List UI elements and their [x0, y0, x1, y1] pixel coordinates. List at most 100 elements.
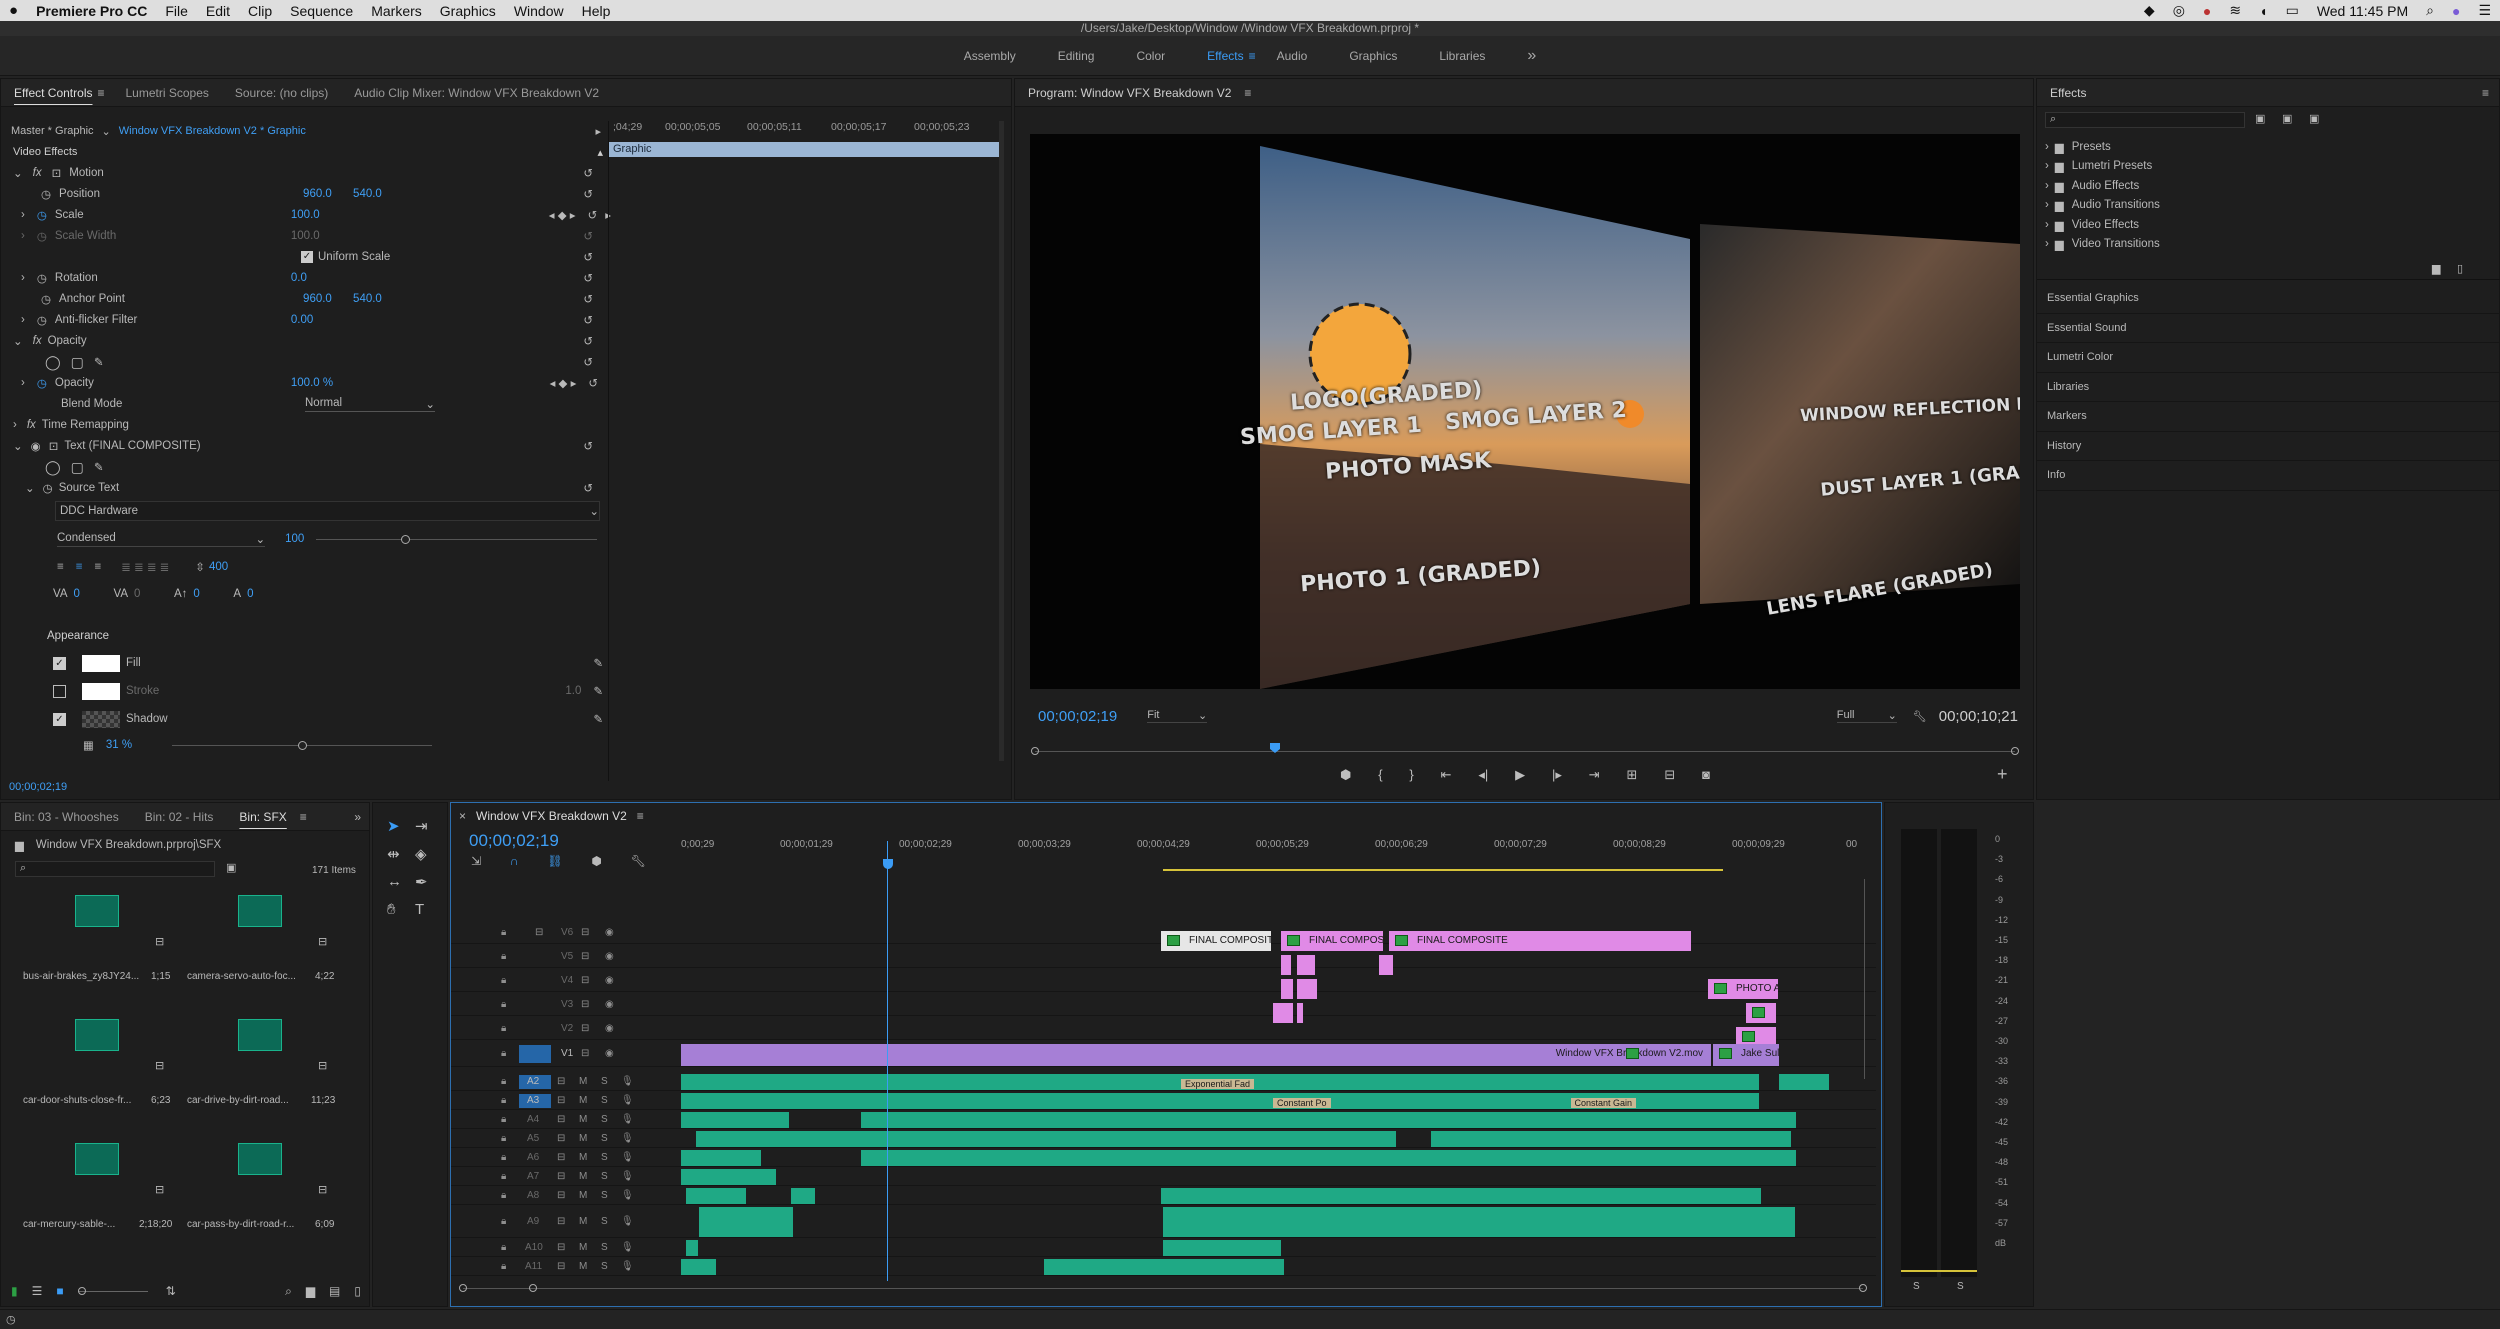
leading-icon[interactable]: ⇳ — [195, 560, 205, 574]
menu-window[interactable]: Window — [505, 3, 573, 19]
sync-lock-icon[interactable]: ⊟ — [557, 1152, 565, 1163]
clip-v5-a[interactable] — [1281, 955, 1291, 975]
battery-icon[interactable]: ▭ — [2277, 2, 2308, 19]
track-label[interactable]: A3 — [527, 1095, 539, 1106]
track-label[interactable]: V3 — [561, 999, 573, 1010]
fx-badge[interactable]: fx — [27, 419, 36, 431]
lock-icon[interactable]: 🔒︎ — [501, 927, 506, 938]
folder-presets[interactable]: › ▆ Presets — [2045, 137, 2485, 157]
clip-final-composite-2[interactable]: FINAL COMPOSITE — [1281, 931, 1383, 951]
bin-item[interactable]: ⊟ car-door-shuts-close-fr... 6;23 — [15, 1013, 180, 1138]
fx-badge[interactable]: fx — [33, 167, 42, 179]
voiceover-mic-icon[interactable]: 🎙︎ — [621, 1171, 634, 1182]
opacity-value[interactable]: 100.0 % — [291, 377, 333, 389]
ellipse-mask-icon[interactable]: ◯ — [45, 354, 61, 371]
sync-lock-icon[interactable]: ⊟ — [557, 1133, 565, 1144]
folder-audio-transitions[interactable]: › ▆ Audio Transitions — [2045, 196, 2485, 216]
reset-icon[interactable]: ↺ — [583, 292, 593, 306]
pen-tool-icon[interactable]: ✒ — [415, 873, 443, 891]
bin-item[interactable]: ⊟ car-mercury-sable-... 2;18;20 — [15, 1137, 180, 1262]
voiceover-mic-icon[interactable]: 🎙︎ — [621, 1190, 634, 1201]
font-style-select[interactable]: Condensed ⌄ — [57, 532, 266, 547]
fit-select[interactable]: Fit ⌄ — [1147, 709, 1208, 723]
razor-tool-icon[interactable]: ◈ — [415, 845, 443, 863]
apple-icon[interactable]: ● — [0, 2, 27, 19]
solo-button[interactable]: S — [601, 1242, 608, 1253]
sync-lock-icon[interactable]: ⊟ — [557, 1095, 565, 1106]
lock-icon[interactable]: 🔒︎ — [501, 1048, 506, 1059]
mute-button[interactable]: M — [579, 1190, 587, 1201]
solo-button[interactable]: S — [601, 1076, 608, 1087]
mute-button[interactable]: M — [579, 1114, 587, 1125]
program-viewer[interactable]: LOGO(GRADED) SMOG LAYER 1 SMOG LAYER 2 P… — [1030, 134, 2020, 689]
stopwatch-icon[interactable]: ◷ — [37, 271, 47, 285]
track-label[interactable]: V6 — [561, 927, 573, 938]
program-scrubber[interactable] — [1031, 743, 2019, 755]
workspace-menu-icon[interactable]: ≡ — [1249, 49, 1256, 63]
track-label[interactable]: A9 — [527, 1216, 539, 1227]
sort-icon[interactable]: ⇅ — [166, 1284, 176, 1298]
clip-a10-b[interactable] — [1163, 1240, 1281, 1256]
lock-icon[interactable]: ▮ — [11, 1284, 18, 1298]
ellipse-mask-icon[interactable]: ◯ — [45, 459, 61, 476]
workspace-libraries[interactable]: Libraries — [1418, 49, 1506, 63]
clip-a9-c[interactable] — [1163, 1207, 1795, 1237]
track-label[interactable]: A2 — [527, 1076, 539, 1087]
clip-a5-a[interactable] — [696, 1131, 1396, 1147]
toggle-output-icon[interactable]: ⊟ — [581, 999, 589, 1010]
mute-button[interactable]: M — [579, 1261, 587, 1272]
reset-icon[interactable]: ↺ — [583, 439, 593, 453]
folder-video-transitions[interactable]: › ▆ Video Transitions — [2045, 235, 2485, 255]
menu-clip[interactable]: Clip — [239, 3, 281, 19]
timeline-ruler[interactable]: 0;00;29 00;00;01;29 00;00;02;29 00;00;03… — [681, 839, 1861, 859]
motion-row[interactable]: ⌄ fx ⊡ Motion ↺ — [13, 163, 593, 183]
bin-item[interactable]: ⊟ car-drive-by-dirt-road... 11;23 — [183, 1013, 348, 1138]
chevron-down-icon[interactable]: ⌄ — [102, 125, 111, 138]
solo-button[interactable]: S — [601, 1190, 608, 1201]
timeline-h-scrollbar[interactable] — [459, 1284, 1867, 1292]
lock-icon[interactable]: 🔒︎ — [501, 1095, 506, 1106]
eye-icon[interactable]: ◉ — [605, 1023, 614, 1034]
opacity-group-row[interactable]: ⌄ fx Opacity ↺ — [13, 331, 593, 351]
slip-tool-icon[interactable]: ↔ — [387, 873, 415, 891]
reset-icon[interactable]: ↺ — [583, 481, 593, 495]
icon-view-icon[interactable]: ■ — [56, 1284, 63, 1298]
lock-icon[interactable]: 🔒︎ — [501, 1216, 506, 1227]
tsume-value[interactable]: 0 — [247, 588, 253, 600]
more-panels-icon[interactable]: » — [354, 810, 361, 824]
solo-button[interactable]: S — [601, 1261, 608, 1272]
clip-a8-a[interactable] — [686, 1188, 746, 1204]
program-title[interactable]: Program: Window VFX Breakdown V2 — [1015, 86, 1244, 100]
timeline-v-scrollbar[interactable] — [1864, 879, 1865, 1079]
time-remap-row[interactable]: › fx Time Remapping — [13, 415, 593, 435]
record-icon[interactable]: ● — [2194, 3, 2220, 19]
clip-v5-b[interactable] — [1297, 955, 1315, 975]
wrench-icon[interactable]: 🔧︎ — [1913, 710, 1927, 723]
solo-button[interactable]: S — [601, 1171, 608, 1182]
expand-icon[interactable]: › — [21, 272, 25, 284]
panel-markers[interactable]: Markers — [2037, 402, 2500, 432]
menu-graphics[interactable]: Graphics — [431, 3, 505, 19]
eye-icon[interactable]: ◉ — [31, 439, 41, 453]
quality-select[interactable]: Full ⌄ — [1836, 709, 1897, 723]
new-bin-icon[interactable]: ▆ — [306, 1284, 315, 1298]
antiflicker-value[interactable]: 0.00 — [291, 314, 313, 326]
menu-edit[interactable]: Edit — [197, 3, 239, 19]
hand-tool-icon[interactable]: ✋︎ — [387, 901, 415, 918]
effects-title[interactable]: Effects — [2037, 86, 2099, 100]
folder-lumetri-presets[interactable]: › ▆ Lumetri Presets — [2045, 157, 2485, 177]
sync-lock-icon[interactable]: ⊟ — [557, 1190, 565, 1201]
stroke-checkbox[interactable] — [53, 684, 66, 698]
clip-v4-b[interactable] — [1297, 979, 1317, 999]
mute-button[interactable]: M — [579, 1216, 587, 1227]
expand-icon[interactable]: ⌄ — [13, 166, 23, 180]
menu-help[interactable]: Help — [573, 3, 620, 19]
clock[interactable]: Wed 11:45 PM — [2308, 3, 2417, 19]
pen-mask-icon[interactable]: ✎ — [94, 460, 104, 474]
voiceover-mic-icon[interactable]: 🎙︎ — [621, 1133, 634, 1144]
align-left-icon[interactable]: ≡ — [57, 561, 64, 573]
tab-bin-sfx[interactable]: Bin: SFX — [226, 810, 299, 824]
panel-menu-icon[interactable]: ≡ — [97, 86, 104, 100]
clip-a6-a[interactable] — [681, 1150, 761, 1166]
mute-button[interactable]: M — [579, 1242, 587, 1253]
